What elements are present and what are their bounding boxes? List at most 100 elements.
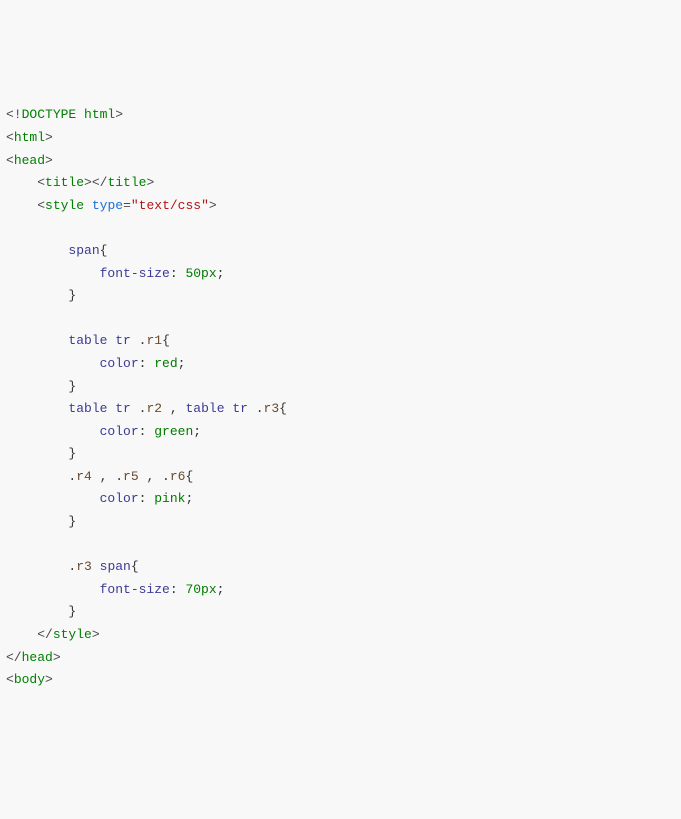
selector: tr bbox=[232, 401, 248, 416]
punct: : bbox=[139, 424, 155, 439]
punct: </ bbox=[6, 650, 22, 665]
selector: tr bbox=[115, 333, 131, 348]
punct: < bbox=[6, 130, 14, 145]
code-line: color: pink; bbox=[6, 491, 193, 506]
indent bbox=[6, 582, 100, 597]
punct: = bbox=[123, 198, 131, 213]
punct: > bbox=[92, 627, 100, 642]
punct: > bbox=[45, 153, 53, 168]
indent bbox=[6, 514, 68, 529]
brace: { bbox=[185, 469, 193, 484]
punct bbox=[84, 198, 92, 213]
punct: ; bbox=[178, 356, 186, 371]
indent bbox=[6, 491, 100, 506]
tag: title bbox=[107, 175, 146, 190]
punct: > bbox=[53, 650, 61, 665]
punct: < bbox=[6, 672, 14, 687]
css-value: 70px bbox=[185, 582, 216, 597]
brace: { bbox=[162, 333, 170, 348]
css-value: red bbox=[154, 356, 177, 371]
attr-name: type bbox=[92, 198, 123, 213]
indent bbox=[6, 604, 68, 619]
tag: html bbox=[14, 130, 45, 145]
indent bbox=[6, 401, 68, 416]
punct: : bbox=[170, 582, 186, 597]
brace: { bbox=[100, 243, 108, 258]
brace: { bbox=[279, 401, 287, 416]
punct: : bbox=[139, 491, 155, 506]
punct: ; bbox=[217, 582, 225, 597]
code-block: <!DOCTYPE html> <html> <head> <title></t… bbox=[6, 104, 675, 691]
punct: . bbox=[248, 401, 264, 416]
css-prop: font-size bbox=[100, 582, 170, 597]
tag: DOCTYPE bbox=[22, 107, 77, 122]
punct: > bbox=[209, 198, 217, 213]
punct: . bbox=[6, 559, 76, 574]
indent bbox=[6, 424, 100, 439]
code-line: } bbox=[6, 446, 76, 461]
class-name: r2 bbox=[146, 401, 162, 416]
space bbox=[92, 559, 100, 574]
css-prop: color bbox=[100, 491, 139, 506]
code-line: table tr .r2 , table tr .r3{ bbox=[6, 401, 287, 416]
punct: . bbox=[131, 401, 147, 416]
indent bbox=[6, 379, 68, 394]
punct: ; bbox=[193, 424, 201, 439]
code-line: </style> bbox=[6, 627, 100, 642]
punct: ; bbox=[185, 491, 193, 506]
punct: < bbox=[6, 198, 45, 213]
code-line: } bbox=[6, 379, 76, 394]
punct: , . bbox=[139, 469, 170, 484]
tag: body bbox=[14, 672, 45, 687]
punct: < bbox=[6, 153, 14, 168]
brace: { bbox=[131, 559, 139, 574]
selector: table bbox=[68, 401, 107, 416]
tag: style bbox=[45, 198, 84, 213]
punct: </ bbox=[6, 627, 53, 642]
indent bbox=[6, 266, 100, 281]
punct: , . bbox=[92, 469, 123, 484]
punct: : bbox=[139, 356, 155, 371]
brace: } bbox=[68, 446, 76, 461]
punct: , bbox=[162, 401, 185, 416]
brace: } bbox=[68, 379, 76, 394]
selector: table bbox=[68, 333, 107, 348]
indent bbox=[6, 356, 100, 371]
punct: < bbox=[6, 175, 45, 190]
punct: . bbox=[6, 469, 76, 484]
punct: > bbox=[115, 107, 123, 122]
code-line: <style type="text/css"> bbox=[6, 198, 217, 213]
code-line: <!DOCTYPE html> bbox=[6, 107, 123, 122]
css-prop: color bbox=[100, 356, 139, 371]
tag: head bbox=[14, 153, 45, 168]
code-line: <html> bbox=[6, 130, 53, 145]
code-line: table tr .r1{ bbox=[6, 333, 170, 348]
code-line: } bbox=[6, 604, 76, 619]
punct bbox=[76, 107, 84, 122]
punct: . bbox=[131, 333, 147, 348]
brace: } bbox=[68, 514, 76, 529]
code-line: </head> bbox=[6, 650, 61, 665]
css-value: 50px bbox=[185, 266, 216, 281]
code-line: <head> bbox=[6, 153, 53, 168]
css-prop: font-size bbox=[100, 266, 170, 281]
css-value: green bbox=[154, 424, 193, 439]
selector: span bbox=[100, 559, 131, 574]
code-line: span{ bbox=[6, 243, 107, 258]
code-line: .r3 span{ bbox=[6, 559, 139, 574]
class-name: r1 bbox=[146, 333, 162, 348]
brace: } bbox=[68, 288, 76, 303]
class-name: r6 bbox=[170, 469, 186, 484]
selector: span bbox=[68, 243, 99, 258]
selector: table bbox=[185, 401, 224, 416]
class-name: r3 bbox=[76, 559, 92, 574]
code-line: <title></title> bbox=[6, 175, 154, 190]
css-value: pink bbox=[154, 491, 185, 506]
tag: html bbox=[84, 107, 115, 122]
selector: tr bbox=[115, 401, 131, 416]
class-name: r3 bbox=[264, 401, 280, 416]
code-line: font-size: 70px; bbox=[6, 582, 224, 597]
indent bbox=[6, 288, 68, 303]
code-line: } bbox=[6, 514, 76, 529]
punct: > bbox=[45, 130, 53, 145]
